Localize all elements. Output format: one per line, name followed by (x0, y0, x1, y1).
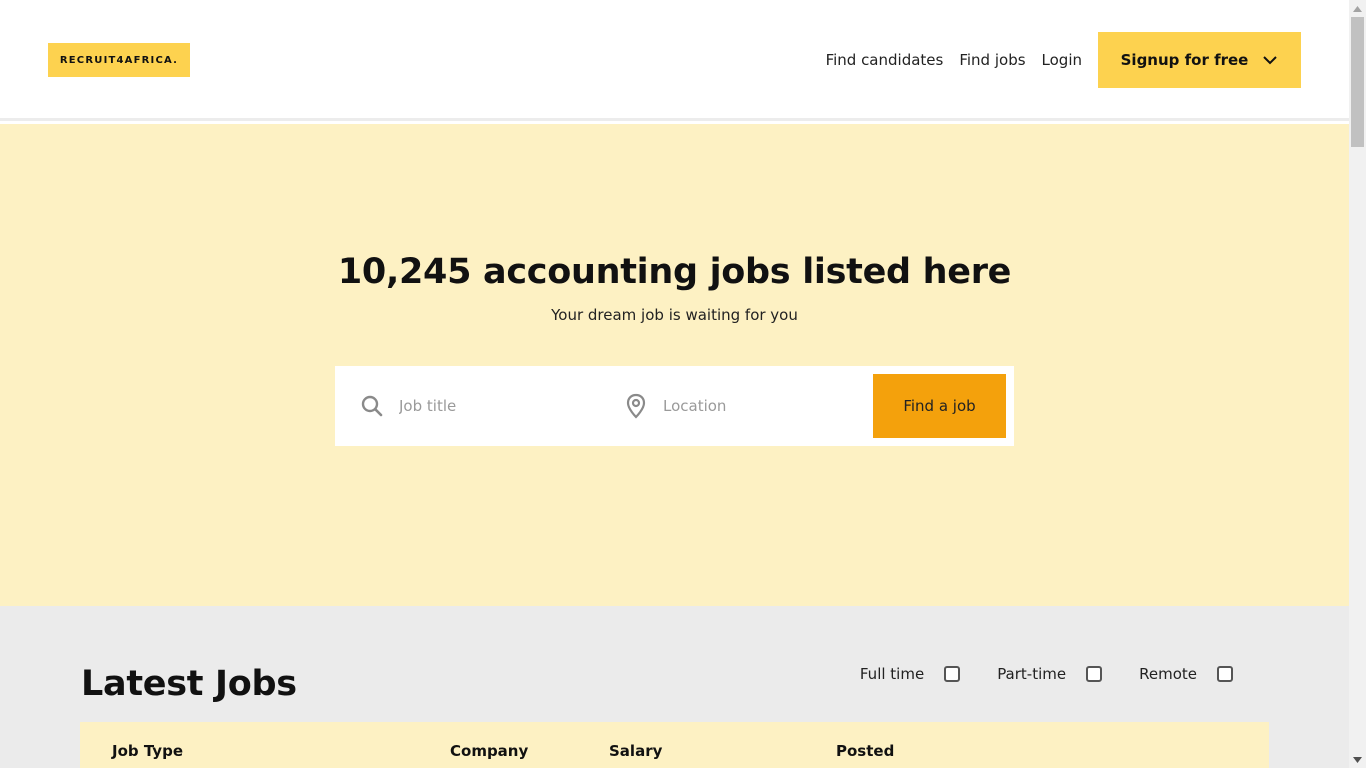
page: RECRUIT4AFRICA. Find candidates Find job… (0, 0, 1349, 768)
checkbox[interactable] (1086, 666, 1103, 682)
map-pin-icon (623, 393, 649, 419)
signup-button[interactable]: Signup for free (1098, 32, 1301, 88)
latest-jobs-heading: Latest Jobs (81, 664, 297, 704)
location-field (623, 366, 873, 446)
signup-label: Signup for free (1120, 51, 1249, 69)
chevron-down-icon (1262, 55, 1278, 65)
hero: 10,245 accounting jobs listed here Your … (0, 124, 1349, 606)
jobs-table-header: Job Type Company Salary Posted (80, 722, 1269, 768)
page-scrollbar[interactable] (1349, 0, 1366, 768)
filter-label: Part-time (997, 665, 1067, 683)
filter-full-time[interactable]: Full time (859, 665, 961, 683)
job-type-filters: Full time Part-time Remote (823, 665, 1233, 683)
scroll-down-icon[interactable] (1349, 751, 1366, 768)
job-title-input[interactable] (399, 397, 589, 415)
nav-login[interactable]: Login (1042, 51, 1082, 69)
filter-part-time[interactable]: Part-time (997, 665, 1103, 683)
scrollbar-thumb[interactable] (1351, 17, 1364, 147)
filter-label: Full time (859, 665, 925, 683)
search-icon (359, 393, 385, 419)
column-company: Company (450, 742, 529, 760)
job-title-field (359, 366, 609, 446)
column-job-type: Job Type (112, 742, 183, 760)
job-search-form: Find a job (335, 366, 1014, 446)
filter-label: Remote (1139, 665, 1197, 683)
latest-jobs-section: Latest Jobs Full time Part-time Remote J… (0, 606, 1349, 768)
find-job-button[interactable]: Find a job (873, 374, 1006, 438)
scroll-up-icon[interactable] (1349, 0, 1366, 17)
site-header: RECRUIT4AFRICA. Find candidates Find job… (0, 0, 1349, 121)
nav-find-jobs[interactable]: Find jobs (959, 51, 1025, 69)
main-nav: Find candidates Find jobs Login Signup f… (826, 32, 1301, 88)
nav-find-candidates[interactable]: Find candidates (826, 51, 944, 69)
hero-title: 10,245 accounting jobs listed here (337, 252, 1012, 292)
column-salary: Salary (609, 742, 663, 760)
filter-remote[interactable]: Remote (1139, 665, 1233, 683)
logo[interactable]: RECRUIT4AFRICA. (48, 43, 190, 77)
checkbox[interactable] (944, 666, 961, 682)
checkbox[interactable] (1217, 666, 1233, 682)
hero-subtitle: Your dream job is waiting for you (551, 306, 798, 324)
location-input[interactable] (663, 397, 853, 415)
column-posted: Posted (836, 742, 895, 760)
